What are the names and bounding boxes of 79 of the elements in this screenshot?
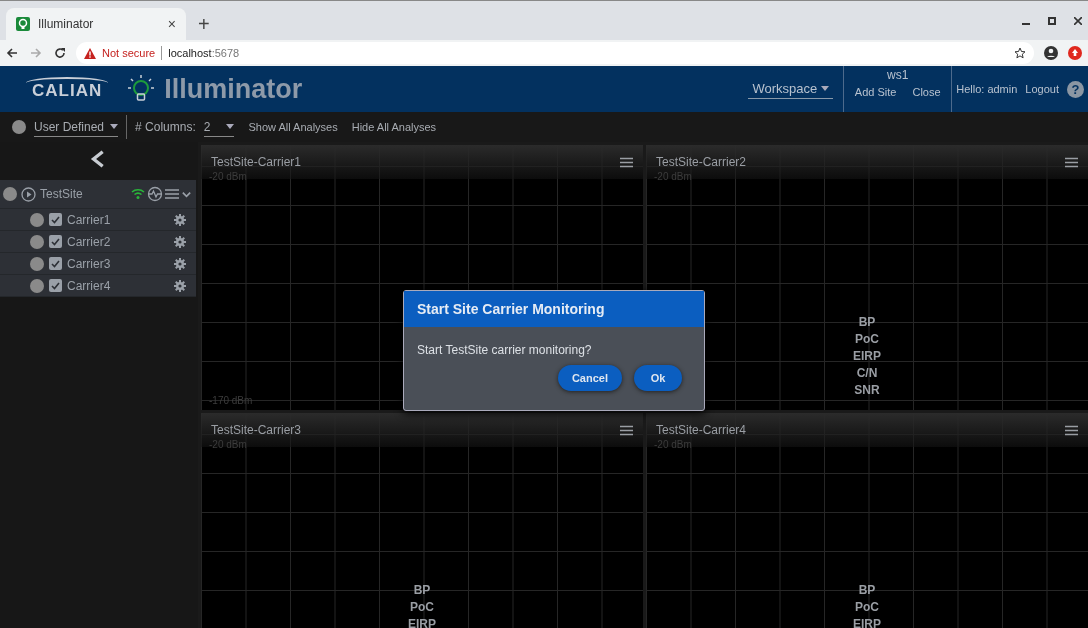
- ok-button[interactable]: Ok: [634, 365, 682, 391]
- back-icon[interactable]: [6, 47, 18, 60]
- close-icon[interactable]: [1074, 16, 1082, 25]
- metric-label: PoC: [855, 332, 879, 347]
- url-text: localhost:5678: [168, 47, 240, 60]
- caret-icon: [226, 124, 235, 129]
- checkbox[interactable]: [49, 279, 62, 292]
- metric-label: PoC: [410, 600, 434, 615]
- add-site-link[interactable]: Add Site: [854, 86, 897, 98]
- checkbox[interactable]: [49, 213, 62, 226]
- metric-label: BP: [858, 315, 876, 330]
- help-button[interactable]: ?: [1067, 80, 1084, 98]
- gear-icon[interactable]: [174, 279, 186, 292]
- security-label: Not secure: [102, 47, 156, 60]
- status-dot: [30, 256, 44, 271]
- maximize-icon[interactable]: [1048, 16, 1056, 25]
- panel-title: TestSite-Carrier1: [211, 155, 303, 169]
- panel-title: TestSite-Carrier3: [211, 423, 303, 437]
- extension-icon[interactable]: [1068, 46, 1082, 61]
- gear-icon[interactable]: [174, 257, 186, 270]
- pulse-icon[interactable]: [147, 186, 163, 202]
- metric-label: EIRP: [408, 617, 436, 628]
- logout-link[interactable]: Logout: [1025, 83, 1059, 95]
- logo: CALIAN: [26, 77, 109, 101]
- layout-dropdown[interactable]: User Defined: [34, 117, 119, 137]
- menu-icon[interactable]: [620, 156, 633, 168]
- warning-icon: [84, 47, 96, 59]
- lightbulb-icon: [126, 74, 157, 104]
- checkbox[interactable]: [49, 257, 62, 270]
- status-dot: [12, 120, 26, 134]
- menu-icon[interactable]: [165, 188, 179, 200]
- close-link[interactable]: Close: [912, 86, 941, 98]
- address-bar[interactable]: Not secure localhost:5678: [76, 42, 1034, 65]
- menu-icon[interactable]: [620, 424, 633, 436]
- status-dot: [30, 212, 44, 227]
- status-dot: [3, 187, 17, 201]
- metric-label: SNR: [854, 383, 880, 398]
- panel-title: TestSite-Carrier2: [656, 155, 748, 169]
- dialog-message: Start TestSite carrier monitoring?: [416, 342, 593, 359]
- dialog-title: Start Site Carrier Monitoring: [404, 291, 704, 327]
- status-dot: [30, 278, 44, 293]
- axis-label: -170 dBm: [209, 395, 253, 406]
- metric-label: BP: [858, 583, 876, 598]
- wifi-icon: [131, 188, 145, 200]
- carrier-name[interactable]: Carrier3: [67, 256, 169, 271]
- gear-icon[interactable]: [174, 213, 186, 226]
- star-icon[interactable]: [1014, 47, 1026, 60]
- greeting-text: Hello: admin: [956, 83, 1018, 95]
- cancel-button[interactable]: Cancel: [557, 365, 622, 391]
- metric-label: BP: [413, 583, 431, 598]
- app-title: Illuminator: [164, 73, 303, 105]
- caret-icon: [110, 124, 119, 129]
- carrier-name[interactable]: Carrier2: [67, 234, 169, 249]
- metric-label: EIRP: [853, 617, 881, 628]
- workspace-name: ws1: [887, 68, 909, 82]
- new-tab-button[interactable]: +: [198, 13, 210, 37]
- show-all-link[interactable]: Show All Analyses: [248, 121, 338, 133]
- carrier-name[interactable]: Carrier1: [67, 212, 169, 227]
- account-icon[interactable]: [1044, 46, 1058, 61]
- columns-dropdown[interactable]: 2: [203, 117, 235, 137]
- panel-title: TestSite-Carrier4: [656, 423, 748, 437]
- columns-label: # Columns:: [135, 120, 196, 134]
- metric-label: C/N: [856, 366, 878, 381]
- caret-icon: [821, 86, 830, 91]
- reload-icon[interactable]: [54, 47, 66, 60]
- site-name[interactable]: TestSite: [40, 187, 83, 201]
- lightbulb-icon: [16, 17, 30, 32]
- metric-label: PoC: [855, 600, 879, 615]
- workspace-dropdown[interactable]: Workspace: [748, 79, 834, 99]
- play-icon[interactable]: [21, 186, 36, 202]
- carrier-name[interactable]: Carrier4: [67, 278, 169, 293]
- menu-icon[interactable]: [1065, 156, 1078, 168]
- hide-all-link[interactable]: Hide All Analyses: [351, 121, 437, 133]
- checkbox[interactable]: [49, 235, 62, 248]
- status-dot: [30, 234, 44, 249]
- browser-tab[interactable]: Illuminator ×: [6, 8, 186, 41]
- metric-label: EIRP: [853, 349, 881, 364]
- menu-icon[interactable]: [1065, 424, 1078, 436]
- gear-icon[interactable]: [174, 235, 186, 248]
